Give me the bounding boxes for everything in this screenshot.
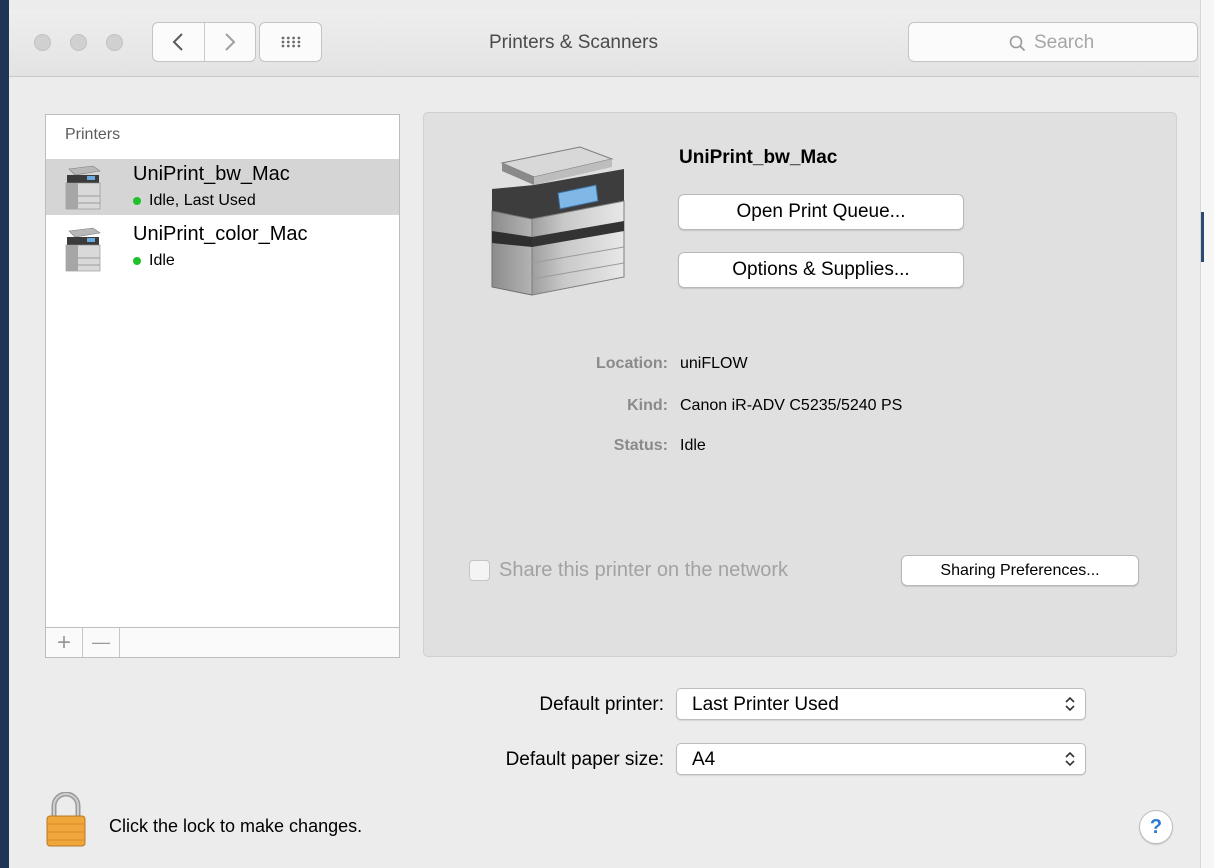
minimize-window-button[interactable] (70, 34, 87, 51)
printer-thumbnail-icon (63, 165, 103, 216)
add-printer-button[interactable]: + (46, 628, 83, 657)
forward-button[interactable] (203, 23, 256, 61)
sharing-preferences-button[interactable]: Sharing Preferences... (901, 555, 1139, 586)
share-printer-checkbox[interactable] (469, 560, 490, 581)
selected-printer-name: UniPrint_bw_Mac (679, 147, 838, 168)
printer-row-uniprint-bw[interactable]: UniPrint_bw_Mac Idle, Last Used (46, 159, 399, 215)
location-value: uniFLOW (680, 355, 748, 372)
close-window-button[interactable] (34, 34, 51, 51)
printer-row-uniprint-color[interactable]: UniPrint_color_Mac Idle (46, 221, 399, 277)
desktop-left-edge (0, 0, 9, 868)
share-printer-label: Share this printer on the network (499, 559, 789, 581)
printer-status-text: Idle, Last Used (149, 192, 256, 209)
default-printer-select[interactable]: Last Printer Used (676, 688, 1086, 720)
title-bar: Printers & Scanners Search (9, 10, 1199, 77)
window-title: Printers & Scanners (489, 32, 658, 53)
kind-value: Canon iR-ADV C5235/5240 PS (680, 397, 903, 414)
printer-thumbnail-icon (63, 227, 103, 278)
open-print-queue-button[interactable]: Open Print Queue... (678, 194, 964, 230)
back-button[interactable] (153, 23, 204, 61)
printer-status-text: Idle (149, 252, 175, 269)
printer-detail-panel: UniPrint_bw_Mac Open Print Queue... Opti… (423, 112, 1177, 657)
printer-list-toolbar: + — (45, 628, 400, 658)
printer-name: UniPrint_color_Mac (133, 223, 308, 245)
chevron-left-icon (172, 33, 183, 51)
search-field[interactable]: Search (908, 22, 1198, 62)
remove-printer-button[interactable]: — (83, 628, 120, 657)
printer-name: UniPrint_bw_Mac (133, 163, 290, 185)
default-printer-label: Default printer: (539, 694, 664, 715)
status-dot-icon (133, 197, 141, 205)
options-supplies-button[interactable]: Options & Supplies... (678, 252, 964, 288)
printer-list-header: Printers (65, 126, 121, 143)
status-dot-icon (133, 257, 141, 265)
preferences-window: Printers & Scanners Search Printers UniP… (9, 10, 1199, 868)
window-right-edge (1200, 0, 1214, 868)
help-button[interactable]: ? (1139, 810, 1173, 844)
printer-image-icon (476, 139, 636, 304)
zoom-window-button[interactable] (106, 34, 123, 51)
default-paper-size-select[interactable]: A4 (676, 743, 1086, 775)
share-printer-option[interactable]: Share this printer on the network (469, 559, 788, 582)
printer-status: Idle (133, 252, 175, 270)
default-paper-size-value: A4 (692, 749, 716, 770)
grid-icon (281, 36, 300, 48)
status-value: Idle (680, 437, 706, 454)
default-paper-size-label: Default paper size: (505, 749, 664, 770)
chevron-up-down-icon (1065, 696, 1075, 712)
lock-icon[interactable] (45, 791, 87, 853)
lock-message: Click the lock to make changes. (109, 816, 363, 836)
search-icon (1009, 35, 1026, 51)
kind-label: Kind: (627, 397, 668, 414)
search-placeholder: Search (1034, 32, 1095, 53)
default-printer-value: Last Printer Used (692, 694, 839, 715)
location-label: Location: (596, 355, 668, 372)
printer-list: Printers UniPrint_bw_Mac Idle, Last Used (45, 114, 400, 628)
edge-mark (1201, 212, 1204, 262)
chevron-right-icon (225, 33, 236, 51)
show-all-button[interactable] (259, 22, 322, 62)
status-label: Status: (613, 437, 668, 454)
printer-status: Idle, Last Used (133, 192, 256, 210)
chevron-up-down-icon (1065, 751, 1075, 767)
navigation-group (152, 22, 256, 62)
